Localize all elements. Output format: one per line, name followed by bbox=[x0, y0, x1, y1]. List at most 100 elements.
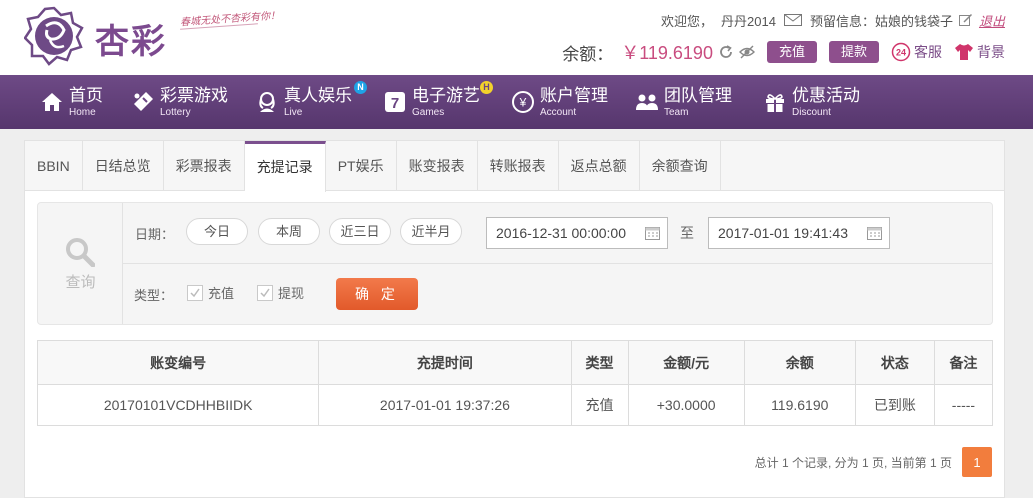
username: 丹丹2014 bbox=[721, 13, 776, 29]
nav-team-en: Team bbox=[664, 106, 689, 118]
tab-lottery-report[interactable]: 彩票报表 bbox=[164, 141, 245, 191]
check-icon bbox=[260, 288, 270, 297]
tab-balance-query[interactable]: 余额查询 bbox=[640, 141, 721, 191]
logout-link[interactable]: 退出 bbox=[979, 11, 1005, 30]
table-row: 20170101VCDHHBIIDK 2017-01-01 19:37:26 充… bbox=[36, 384, 994, 426]
tab-pt-entertainment[interactable]: PT娱乐 bbox=[326, 141, 397, 191]
nav-team-label: 团队管理 bbox=[664, 85, 732, 105]
tab-deposit-withdraw-records[interactable]: 充提记录 bbox=[244, 141, 326, 192]
records-table: 账变编号 充提时间 类型 金额/元 余额 状态 备注 20170101VCDHH… bbox=[36, 340, 994, 426]
type-deposit-label: 充值 bbox=[208, 286, 235, 301]
quick-date-today[interactable]: 今日 bbox=[186, 218, 248, 245]
welcome-text: 欢迎您， bbox=[661, 13, 714, 29]
filter-box: 查询 日期： 今日 本周 近三日 近半月 2016-12-31 00:00:00… bbox=[37, 202, 993, 325]
header: 杏彩 春城无处不杏彩有你！ 欢迎您， 丹丹2014 预留信息： 姑娘的钱袋子 退… bbox=[0, 0, 1033, 75]
tab-rebate-total[interactable]: 返点总额 bbox=[559, 141, 640, 191]
edit-icon[interactable] bbox=[958, 13, 973, 27]
tab-bbin[interactable]: BBIN bbox=[25, 141, 83, 191]
col-header-type: 类型 bbox=[570, 340, 629, 385]
home-icon bbox=[42, 93, 62, 111]
nav-live-en: Live bbox=[284, 106, 303, 118]
type-withdraw-checkbox[interactable]: 提现 bbox=[257, 283, 304, 302]
pagination-summary: 总计 1 个记录, 分为 1 页, 当前第 1 页 bbox=[754, 455, 952, 470]
cell-amount: +30.0000 bbox=[627, 384, 745, 426]
table-header-row: 账变编号 充提时间 类型 金额/元 余额 状态 备注 bbox=[36, 340, 994, 385]
start-date-value: 2016-12-31 00:00:00 bbox=[496, 225, 626, 241]
records-panel: BBIN 日结总览 彩票报表 充提记录 PT娱乐 账变报表 转账报表 返点总额 … bbox=[24, 140, 1005, 498]
check-icon bbox=[190, 288, 200, 297]
reserved-info-label: 预留信息： bbox=[809, 13, 875, 29]
nav-lottery-label: 彩票游戏 bbox=[160, 85, 228, 105]
confirm-button[interactable]: 确 定 bbox=[336, 278, 418, 310]
col-header-transaction-id: 账变编号 bbox=[36, 340, 320, 385]
cell-time: 2017-01-01 19:37:26 bbox=[318, 384, 572, 426]
type-deposit-checkbox[interactable]: 充值 bbox=[187, 283, 234, 302]
cell-status: 已到账 bbox=[854, 384, 935, 426]
quick-date-last-three-days[interactable]: 近三日 bbox=[329, 218, 391, 245]
customer-service-24h-icon: 24 bbox=[891, 42, 911, 62]
mail-icon[interactable] bbox=[783, 14, 802, 26]
balance-label: 余额： bbox=[562, 44, 614, 64]
live-dealer-icon bbox=[259, 92, 275, 112]
report-tabs: BBIN 日结总览 彩票报表 充提记录 PT娱乐 账变报表 转账报表 返点总额 … bbox=[25, 141, 1004, 192]
hot-badge: H bbox=[480, 81, 493, 94]
tab-daily-summary[interactable]: 日结总览 bbox=[83, 141, 164, 191]
col-header-time: 充提时间 bbox=[318, 340, 572, 385]
tab-account-change-report[interactable]: 账变报表 bbox=[397, 141, 478, 191]
date-label: 日期： bbox=[135, 227, 175, 242]
nav-account-label: 账户管理 bbox=[540, 85, 608, 105]
reserved-info-value: 姑娘的钱袋子 bbox=[874, 13, 953, 29]
yen-coin-icon: ¥ bbox=[512, 91, 534, 113]
start-date-input[interactable]: 2016-12-31 00:00:00 bbox=[486, 217, 668, 249]
tab-transfer-report[interactable]: 转账报表 bbox=[478, 141, 559, 191]
slot-seven-icon: 7 bbox=[385, 92, 405, 112]
svg-text:¥: ¥ bbox=[519, 96, 527, 110]
nav-account-en: Account bbox=[540, 106, 577, 118]
customer-service-link[interactable]: 24 客服 bbox=[891, 42, 942, 62]
end-date-value: 2017-01-01 19:41:43 bbox=[718, 225, 848, 241]
background-link[interactable]: 背景 bbox=[954, 42, 1005, 62]
nav-discount-label: 优惠活动 bbox=[792, 85, 860, 105]
nav-lottery-en: Lottery bbox=[160, 106, 191, 118]
new-badge: N bbox=[354, 81, 367, 94]
type-label: 类型： bbox=[134, 288, 174, 303]
cell-type: 充值 bbox=[570, 384, 629, 426]
nav-item-discount[interactable]: 优惠活动 Discount bbox=[763, 75, 860, 129]
nav-discount-en: Discount bbox=[792, 106, 831, 118]
nav-games-label: 电子游艺 bbox=[412, 85, 480, 105]
calendar-icon[interactable] bbox=[645, 226, 660, 240]
checkbox-box[interactable] bbox=[187, 284, 203, 301]
pagination: 总计 1 个记录, 分为 1 页, 当前第 1 页 1 bbox=[755, 447, 992, 477]
col-header-remark: 备注 bbox=[933, 340, 994, 385]
nav-item-live[interactable]: 真人娱乐 Live N bbox=[255, 75, 367, 129]
xingcai-logo-icon[interactable] bbox=[24, 6, 84, 66]
nav-item-lottery[interactable]: 彩票游戏 Lottery bbox=[131, 75, 228, 129]
balance-row: 余额： ￥119.6190 充值 提款 24 客服 背景 bbox=[562, 40, 1005, 64]
nav-item-team[interactable]: 团队管理 Team bbox=[635, 75, 732, 129]
withdraw-button[interactable]: 提款 bbox=[828, 41, 879, 63]
refresh-icon[interactable] bbox=[718, 44, 734, 60]
query-section: 查询 bbox=[38, 203, 123, 324]
nav-item-games[interactable]: 7 电子游艺 Games H bbox=[383, 75, 493, 129]
page-button-current[interactable]: 1 bbox=[962, 447, 992, 477]
col-header-amount: 金额/元 bbox=[627, 340, 745, 385]
query-label: 查询 bbox=[65, 274, 96, 291]
calendar-icon[interactable] bbox=[867, 226, 882, 240]
nav-home-label: 首页 bbox=[69, 85, 103, 105]
cell-balance: 119.6190 bbox=[743, 384, 856, 426]
nav-item-account[interactable]: ¥ 账户管理 Account bbox=[511, 75, 608, 129]
quick-date-half-month[interactable]: 近半月 bbox=[400, 218, 462, 245]
nav-item-home[interactable]: 首页 Home bbox=[40, 75, 103, 129]
hide-balance-icon[interactable] bbox=[738, 44, 755, 60]
quick-date-this-week[interactable]: 本周 bbox=[258, 218, 320, 245]
deposit-button[interactable]: 充值 bbox=[766, 41, 817, 63]
checkbox-box[interactable] bbox=[257, 284, 273, 301]
svg-text:24: 24 bbox=[896, 48, 906, 58]
brand-name: 杏彩 bbox=[95, 22, 167, 62]
col-header-status: 状态 bbox=[854, 340, 935, 385]
search-icon bbox=[66, 238, 95, 267]
cell-remark: ----- bbox=[933, 384, 994, 426]
user-info: 欢迎您， 丹丹2014 预留信息： 姑娘的钱袋子 退出 bbox=[661, 11, 1005, 29]
end-date-input[interactable]: 2017-01-01 19:41:43 bbox=[708, 217, 890, 249]
shirt-icon bbox=[955, 44, 973, 60]
